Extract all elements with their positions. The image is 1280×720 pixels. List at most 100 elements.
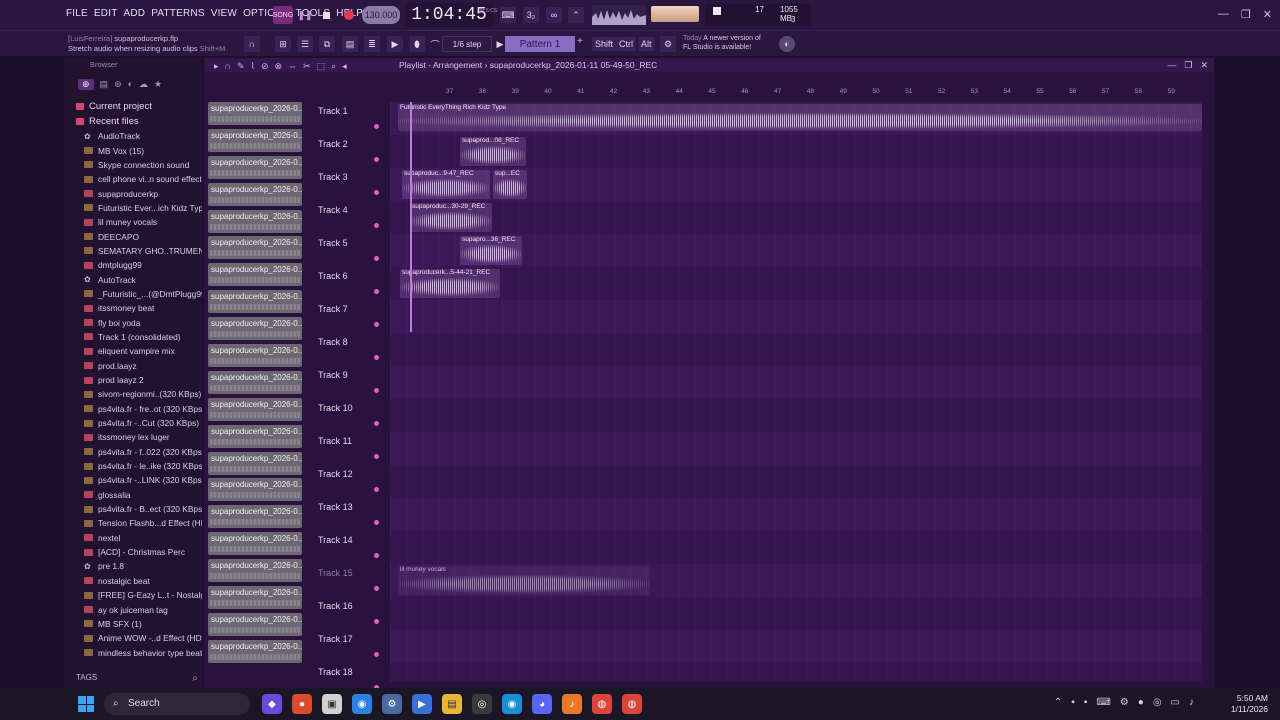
browser-file-item[interactable]: itssmoney beat <box>84 301 202 315</box>
loop-record-icon[interactable]: ∞ <box>546 7 562 23</box>
fl-logo-icon[interactable]: ◐ <box>779 36 795 52</box>
settings-app-icon[interactable]: ⚙ <box>382 694 402 714</box>
track-header[interactable]: Track 10 <box>313 399 383 432</box>
pattern-clip[interactable]: supaproducerkp_2026-0... <box>208 612 302 636</box>
file-explorer-icon[interactable]: ▤ <box>442 694 462 714</box>
pattern-clip[interactable]: supaproducerkp_2026-0... <box>208 290 302 314</box>
track-header[interactable]: Track 8 <box>313 333 383 366</box>
menu-patterns[interactable]: PATTERNS <box>151 8 204 19</box>
browser-file-item[interactable]: Tension Flashb...d Effect (HD) <box>84 516 202 530</box>
snap-icon[interactable]: ⊞ <box>275 36 291 52</box>
track-header[interactable]: Track 5 <box>313 234 383 267</box>
track-mute-led[interactable] <box>374 256 379 261</box>
browser-file-item[interactable]: SEMATARY GHO..TRUMENTAL <box>84 244 202 258</box>
pattern-clip[interactable]: supaproducerkp_2026-0... <box>208 559 302 583</box>
shift-key-button[interactable]: Shift <box>592 37 617 51</box>
keyboard-icon[interactable]: ⌨ <box>1096 697 1110 708</box>
playhead-marker[interactable] <box>410 102 412 332</box>
select-icon[interactable]: ⬚ <box>317 59 326 73</box>
taskbar-clock[interactable]: 5:50 AM 1/11/2026 <box>1231 693 1268 715</box>
pattern-clip[interactable]: supaproducerkp_2026-0... <box>208 102 302 125</box>
pattern-clip[interactable]: supaproducerkp_2026-0... <box>208 209 302 233</box>
minimize-icon[interactable]: — <box>1218 8 1229 21</box>
track-header[interactable]: Track 13 <box>313 498 383 531</box>
master-volume-slider[interactable] <box>651 6 699 22</box>
track-header[interactable]: Track 2 <box>313 135 383 168</box>
maximize-icon[interactable]: ❐ <box>1184 58 1192 72</box>
track-header[interactable]: Track 15 <box>313 564 383 597</box>
monitor-icon[interactable]: ▭ <box>1171 697 1180 708</box>
track-header[interactable]: Track 7 <box>313 300 383 333</box>
track-header[interactable]: Track 1 <box>313 102 383 135</box>
browser-file-item[interactable]: ps4vita.fr - B..ect (320 KBps) <box>84 502 202 516</box>
audio-clip[interactable]: sup...EC <box>493 170 527 199</box>
browser-file-item[interactable]: Anime WOW -..d Effect (HD) <box>84 631 202 645</box>
track-header[interactable]: Track 12 <box>313 465 383 498</box>
folder-current-project[interactable]: Current project <box>76 99 152 114</box>
track-header[interactable]: Track 14 <box>313 531 383 564</box>
track-mute-led[interactable] <box>374 487 379 492</box>
brush-icon[interactable]: ⌇ <box>251 59 255 73</box>
pattern-clip[interactable]: supaproducerkp_2026-0... <box>208 236 302 260</box>
settings-icon[interactable]: ⚙ <box>660 36 676 52</box>
track-mute-led[interactable] <box>374 652 379 657</box>
browser-file-item[interactable]: ✿ AudioTrack <box>84 129 202 143</box>
chevron-up-icon[interactable]: ⌃ <box>1054 697 1062 708</box>
typing-keyboard-icon[interactable]: 3₂ <box>523 7 539 23</box>
pattern-clip[interactable]: supaproducerkp_2026-0... <box>208 478 302 502</box>
browser-file-item[interactable]: DEECAPO <box>84 229 202 243</box>
chrome-icon[interactable]: ◍ <box>592 694 612 714</box>
track-header[interactable]: Track 16 <box>313 597 383 630</box>
plugin-icon[interactable]: ▶ <box>387 36 403 52</box>
pattern-clip[interactable]: supaproducerkp_2026-0... <box>208 182 302 206</box>
track-mute-led[interactable] <box>374 421 379 426</box>
browser-file-item[interactable]: nostalgic beat <box>84 574 202 588</box>
record-icon[interactable]: ● <box>1138 697 1144 708</box>
gear-icon[interactable]: ⚙ <box>1120 697 1129 708</box>
browser-file-item[interactable]: MB Vox (15) <box>84 143 202 157</box>
zoom-icon[interactable]: ⌕ <box>331 59 336 73</box>
browser-file-item[interactable]: mindless behavior type beat <box>84 645 202 659</box>
volume-icon[interactable]: ♪ <box>1189 697 1194 708</box>
audio-clip[interactable]: supaprod...08_REC <box>460 137 526 166</box>
pattern-clip[interactable]: supaproducerkp_2026-0... <box>208 370 302 394</box>
language-icon[interactable]: ◎ <box>1153 697 1162 708</box>
channel-rack-icon[interactable]: ⧉ <box>319 36 335 52</box>
audio-clip[interactable]: Futuristic EveryThing Rich Kidz Type <box>398 104 1202 131</box>
slip-icon[interactable]: ⇔ <box>288 59 297 73</box>
browser-file-item[interactable]: Track 1 (consolidated) <box>84 330 202 344</box>
track-header[interactable]: Track 3 <box>313 168 383 201</box>
browser-file-item[interactable]: ps4vita.fr -..Cut (320 KBps) <box>84 416 202 430</box>
browser-file-item[interactable]: prod laayz 2 <box>84 373 202 387</box>
snap-step-select[interactable]: 1/6 step <box>442 36 492 52</box>
magnet-icon[interactable]: ∩ <box>225 59 231 73</box>
browser-file-item[interactable]: ps4vita.fr - fre..ot (320 KBps) <box>84 402 202 416</box>
pattern-clip[interactable]: supaproducerkp_2026-0... <box>208 128 302 152</box>
piano-roll-icon[interactable]: ▤ <box>342 36 358 52</box>
track-mute-led[interactable] <box>374 355 379 360</box>
browser-file-item[interactable]: supaproducerkp <box>84 186 202 200</box>
magnet-icon[interactable]: ∩ <box>244 36 260 52</box>
pattern-clip[interactable]: supaproducerkp_2026-0... <box>208 451 302 475</box>
tags-search-icon[interactable]: ⌕ <box>192 673 198 684</box>
track-mute-led[interactable] <box>374 454 379 459</box>
news-panel[interactable]: Today A newer version of FL Studio is av… <box>683 34 761 52</box>
track-header[interactable]: Track 9 <box>313 366 383 399</box>
browser-file-item[interactable]: cell phone vi..n sound effect <box>84 172 202 186</box>
track-mute-led[interactable] <box>374 388 379 393</box>
pattern-clip[interactable]: supaproducerkp_2026-0... <box>208 424 302 448</box>
metronome-icon[interactable]: ⌃ <box>568 7 584 23</box>
taskbar-search[interactable]: ⌕ Search <box>104 693 250 715</box>
audio-clip[interactable]: supaproduc...9-47_REC <box>402 170 490 199</box>
browser-file-item[interactable]: prod.laayz <box>84 359 202 373</box>
browser-file-item[interactable]: ps4vita.fr - f..022 (320 KBps) <box>84 445 202 459</box>
track-mute-led[interactable] <box>374 157 379 162</box>
stop-button[interactable] <box>318 6 334 24</box>
browser-file-item[interactable]: ps4vita.fr - le..ike (320 KBps) <box>84 459 202 473</box>
microphone-icon[interactable]: ⬮ <box>409 36 425 52</box>
track-header[interactable]: Track 4 <box>313 201 383 234</box>
minimize-icon[interactable]: — <box>1167 58 1176 72</box>
pattern-clip[interactable]: supaproducerkp_2026-0... <box>208 155 302 179</box>
track-mute-led[interactable] <box>374 322 379 327</box>
discord-icon[interactable]: ◕ <box>532 694 552 714</box>
